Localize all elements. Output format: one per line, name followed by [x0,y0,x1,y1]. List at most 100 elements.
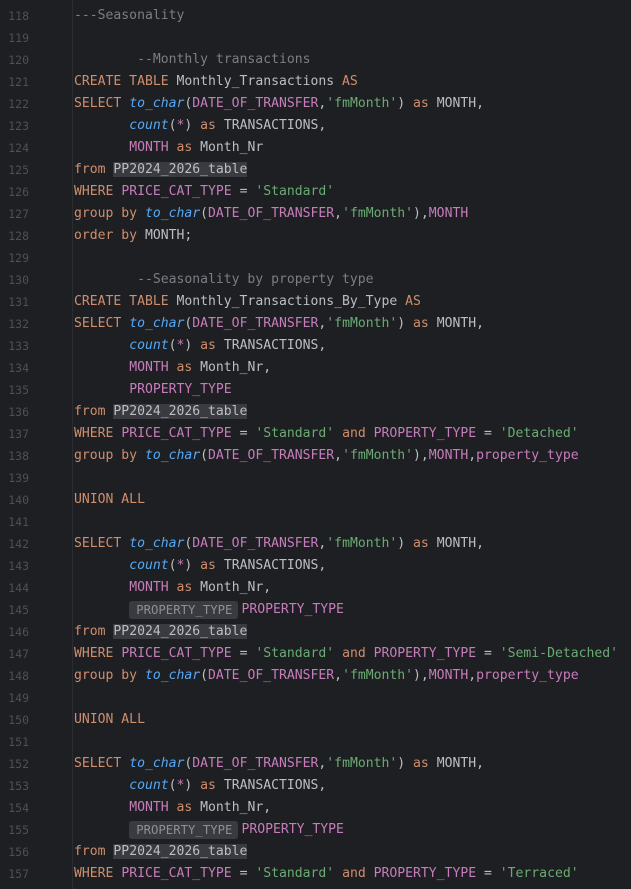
keyword-token: AS [405,294,421,309]
identifier-token: ) [184,338,201,353]
function-token: count [129,118,169,133]
code-line[interactable]: group by to_char(DATE_OF_TRANSFER,'fmMon… [74,445,579,467]
string-literal: 'Standard' [255,866,343,881]
identifier-token: ( [200,668,209,683]
identifier-token: MONTH, [436,756,484,771]
column-token: PROPERTY_TYPE [241,602,344,617]
keyword-token: WHERE [74,646,122,661]
identifier-token: MONTH, [436,536,484,551]
keyword-token: UNION ALL [74,492,145,507]
string-literal: 'Standard' [255,426,343,441]
function-token: count [129,338,169,353]
line-number: 142 [8,537,29,551]
column-token: PROPERTY_TYPE [129,382,232,397]
code-line[interactable]: --Monthly transactions [74,49,310,71]
line-number: 150 [8,713,29,727]
inlay-hint: PROPERTY_TYPE [129,600,239,619]
identifier-token: = [483,866,500,881]
identifier-token: = [239,184,256,199]
column-token: PROPERTY_TYPE [241,822,344,837]
code-line[interactable]: from PP2024_2026_table [74,621,248,643]
code-line[interactable]: --Seasonality by property type [74,269,374,291]
column-token: MONTH [428,448,469,463]
code-line[interactable]: SELECT to_char(DATE_OF_TRANSFER,'fmMonth… [74,753,484,775]
code-line[interactable]: order by MONTH; [74,225,192,247]
string-literal: 'Semi-Detached' [499,646,619,661]
line-number: 120 [8,53,29,67]
identifier-token: = [483,426,500,441]
code-line[interactable]: count(*) as TRANSACTIONS, [74,335,326,357]
column-token: DATE_OF_TRANSFER [208,448,335,463]
line-number: 131 [8,295,29,309]
string-literal: 'Terraced' [499,866,579,881]
column-token: MONTH [129,800,177,815]
code-line[interactable]: SELECT to_char(DATE_OF_TRANSFER,'fmMonth… [74,93,484,115]
code-line[interactable]: count(*) as TRANSACTIONS, [74,775,326,797]
identifier-token: ) [184,558,201,573]
code-editor[interactable]: 118 119 120 121 122 123 124 125 126 127 128 129 130 1… [0,0,631,889]
string-literal: 'fmMonth' [326,96,398,111]
line-number: 135 [8,383,29,397]
column-token: PRICE_CAT_TYPE [121,866,240,881]
line-number: 125 [8,163,29,177]
keyword-token: as [413,536,437,551]
identifier-token [74,338,129,353]
line-number: 137 [8,427,29,441]
line-number: 123 [8,119,29,133]
column-token: PRICE_CAT_TYPE [121,184,240,199]
function-token: to_char [129,96,185,111]
keyword-token: as [200,778,224,793]
code-line[interactable]: PROPERTY_TYPE PROPERTY_TYPE [74,819,344,841]
identifier-token: , [334,668,343,683]
code-line[interactable]: from PP2024_2026_table [74,401,248,423]
line-number: 146 [8,625,29,639]
code-line[interactable]: UNION ALL [74,489,145,511]
code-line[interactable]: count(*) as TRANSACTIONS, [74,115,326,137]
code-line[interactable]: WHERE PRICE_CAT_TYPE = 'Standard' and PR… [74,643,618,665]
string-literal: 'fmMonth' [326,756,398,771]
line-number: 145 [8,603,29,617]
code-line[interactable]: WHERE PRICE_CAT_TYPE = 'Standard' and PR… [74,863,579,885]
code-line[interactable]: from PP2024_2026_table [74,841,248,863]
code-line[interactable]: WHERE PRICE_CAT_TYPE = 'Standard' and PR… [74,423,579,445]
code-line[interactable]: CREATE TABLE Monthly_Transactions_By_Typ… [74,291,421,313]
keyword-token: as [176,140,201,155]
code-line[interactable]: CREATE TABLE Monthly_Transactions AS [74,71,358,93]
string-literal: 'fmMonth' [342,448,414,463]
keyword-token: group by [74,206,145,221]
line-number-gutter: 118 119 120 121 122 123 124 125 126 127 128 129 130 1… [0,0,62,889]
function-token: to_char [144,206,201,221]
line-number: 130 [8,273,29,287]
code-line[interactable]: MONTH as Month_Nr, [74,577,271,599]
identifier-token: ) [184,778,201,793]
code-line[interactable]: SELECT to_char(DATE_OF_TRANSFER,'fmMonth… [74,313,484,335]
code-line[interactable]: group by to_char(DATE_OF_TRANSFER,'fmMon… [74,203,468,225]
code-line[interactable]: SELECT to_char(DATE_OF_TRANSFER,'fmMonth… [74,533,484,555]
string-literal: 'fmMonth' [342,668,414,683]
code-line[interactable]: PROPERTY_TYPE PROPERTY_TYPE [74,599,344,621]
code-line[interactable]: count(*) as TRANSACTIONS, [74,555,326,577]
code-line[interactable]: MONTH as Month_Nr [74,137,263,159]
keyword-token: SELECT [74,536,130,551]
keyword-token: group by [74,448,145,463]
line-number: 126 [8,185,29,199]
keyword-token: as [200,558,224,573]
identifier-token: , [468,448,477,463]
identifier-token [74,822,129,837]
function-token: to_char [129,316,185,331]
identifier-token: ( [168,338,177,353]
code-line[interactable]: MONTH as Month_Nr, [74,797,271,819]
line-number: 153 [8,779,29,793]
code-line[interactable]: UNION ALL [74,709,145,731]
string-literal: 'Standard' [255,184,335,199]
code-line[interactable]: PROPERTY_TYPE [74,379,232,401]
code-line[interactable]: ---Seasonality [74,5,184,27]
identifier-token: ) [397,96,414,111]
code-line[interactable]: group by to_char(DATE_OF_TRANSFER,'fmMon… [74,665,579,687]
code-line[interactable]: from PP2024_2026_table [74,159,248,181]
string-literal: 'Standard' [255,646,343,661]
line-number: 124 [8,141,29,155]
line-number: 121 [8,75,29,89]
code-line[interactable]: WHERE PRICE_CAT_TYPE = 'Standard' [74,181,334,203]
code-line[interactable]: MONTH as Month_Nr, [74,357,271,379]
